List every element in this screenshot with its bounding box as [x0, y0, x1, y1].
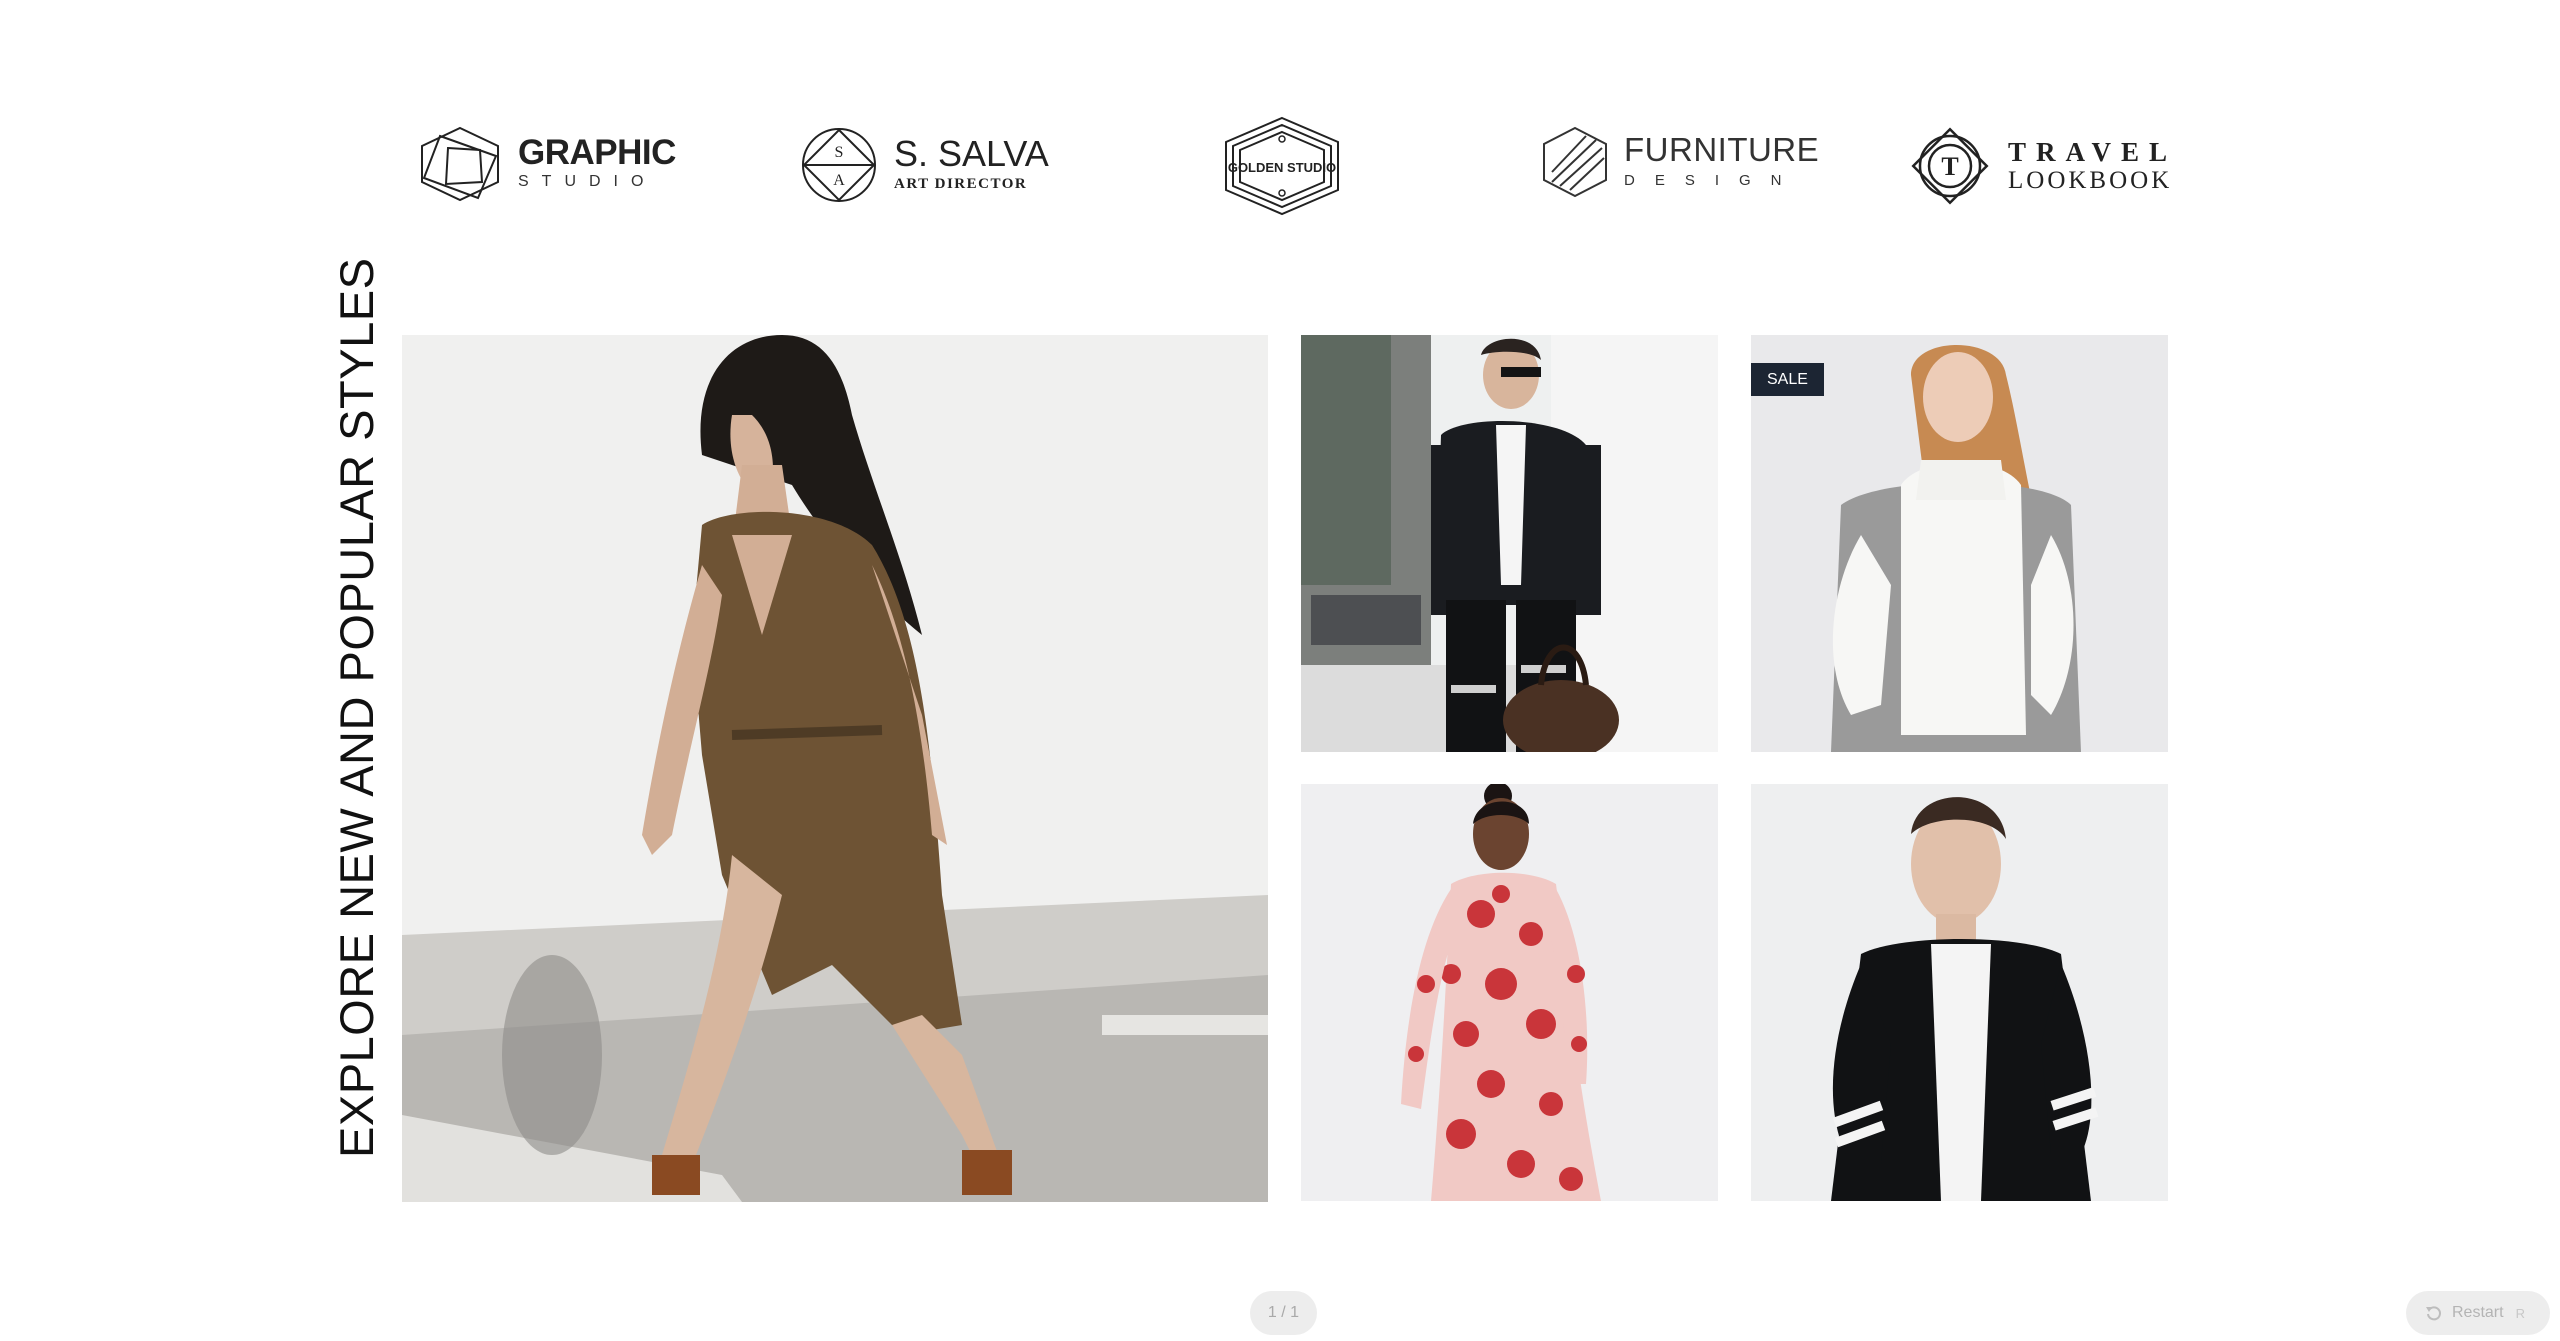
sale-badge: SALE [1751, 363, 1824, 396]
brand-logo-strip: GRAPHIC STUDIO S A S. SALVA ART DIRECTOR [0, 0, 2560, 240]
logo-s-salva[interactable]: S A S. SALVA ART DIRECTOR [800, 126, 1049, 204]
product-image-tile-2[interactable]: SALE [1751, 335, 2168, 752]
product-image-tile-3[interactable] [1301, 784, 1718, 1201]
woman-turtleneck-photo-icon [1751, 335, 2168, 752]
restart-button[interactable]: Restart R [2406, 1291, 2550, 1335]
section-title: EXPLORE NEW AND POPULAR STYLES [330, 257, 383, 1158]
logo-furniture-design-title: FURNITURE [1624, 131, 1820, 168]
slide-counter: 1 / 1 [1250, 1291, 1317, 1335]
man-cardigan-photo-icon [1751, 784, 2168, 1201]
logo-golden-studio[interactable]: GOLDEN STUDIO [1222, 116, 1342, 216]
logo-furniture-design-subtitle: DESIGN [1624, 172, 1802, 189]
restart-label: Restart [2452, 1304, 2504, 1321]
logo-s-salva-subtitle: ART DIRECTOR [894, 176, 1028, 192]
logo-graphic-studio-title: GRAPHIC [518, 133, 676, 172]
s-salva-emblem-letter-top: S [835, 144, 844, 161]
s-salva-emblem-letter-bottom: A [833, 172, 845, 189]
s-salva-emblem-icon: S A [802, 128, 876, 202]
product-image-tile-1[interactable] [1301, 335, 1718, 752]
logo-s-salva-title: S. SALVA [894, 133, 1049, 174]
logo-travel-lookbook-title: TRAVEL [2008, 137, 2178, 167]
woman-floral-dress-photo-icon [1301, 784, 1718, 1201]
golden-studio-emblem-icon: GOLDEN STUDIO [1225, 116, 1339, 216]
logo-graphic-studio-subtitle: STUDIO [518, 173, 657, 190]
travel-lookbook-emblem-letter: T [1941, 152, 1958, 181]
travel-lookbook-emblem-icon: T [1911, 127, 1989, 205]
woman-walking-photo-icon [402, 335, 1268, 1202]
product-image-tile-4[interactable] [1751, 784, 2168, 1201]
restart-icon [2426, 1306, 2441, 1321]
logo-travel-lookbook[interactable]: T TRAVEL LOOKBOOK [1908, 124, 2177, 208]
man-jacket-photo-icon [1301, 335, 1718, 752]
golden-studio-wordmark: GOLDEN STUDIO [1228, 160, 1336, 175]
furniture-design-emblem-icon [1543, 126, 1607, 198]
product-image-hero[interactable] [402, 335, 1268, 1202]
logo-furniture-design[interactable]: FURNITURE DESIGN [1542, 126, 1819, 198]
logo-graphic-studio[interactable]: GRAPHIC STUDIO [418, 126, 676, 202]
restart-shortcut: R [2515, 1305, 2525, 1321]
graphic-studio-emblem-icon [421, 126, 499, 202]
logo-travel-lookbook-subtitle: LOOKBOOK [2008, 167, 2173, 194]
